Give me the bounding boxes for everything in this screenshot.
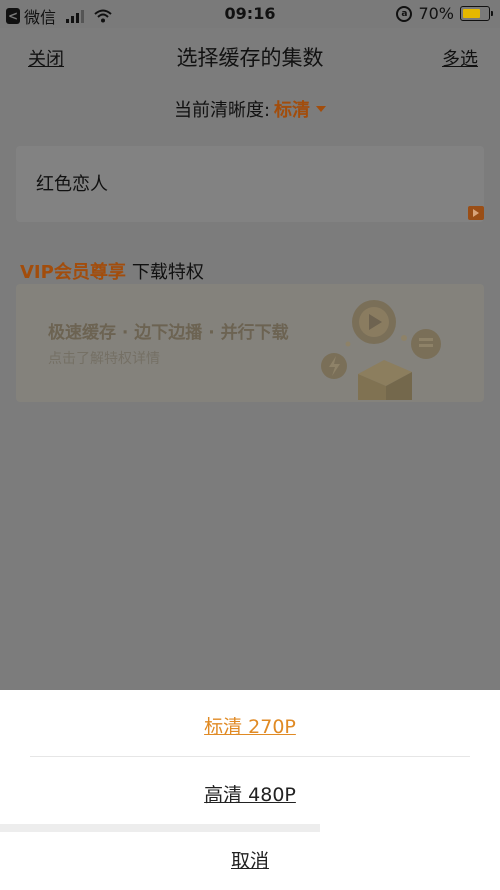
- gift-box-icon: [321, 300, 441, 400]
- banner-headline: 极速缓存 · 边下边播 · 并行下载: [48, 323, 289, 343]
- quality-selector[interactable]: 当前清晰度: 标清: [0, 96, 500, 122]
- page-title: 选择缓存的集数: [176, 46, 324, 70]
- divider: [30, 756, 470, 757]
- nav-bar: 关闭 选择缓存的集数 多选: [0, 28, 500, 84]
- battery-fill: [462, 8, 480, 18]
- banner-subtext: 点击了解特权详情: [48, 351, 160, 367]
- quality-value[interactable]: 标清: [274, 100, 310, 121]
- play-icon: [468, 206, 484, 220]
- cancel-button[interactable]: 取消: [0, 846, 500, 873]
- vip-download-banner[interactable]: 极速缓存 · 边下边播 · 并行下载 点击了解特权详情: [16, 284, 484, 402]
- sheet-separator: [0, 824, 320, 832]
- status-right: a 70%: [396, 4, 493, 23]
- multi-select-button[interactable]: 多选: [442, 45, 478, 71]
- episode-page: 关闭 选择缓存的集数 多选 当前清晰度: 标清 红色恋人 VIP会员尊享 下载特权 …: [0, 28, 500, 690]
- quality-label: 当前清晰度:: [173, 100, 271, 121]
- rotation-lock-icon: a: [396, 5, 413, 22]
- caret-down-icon[interactable]: [316, 106, 327, 112]
- option-standard-270p[interactable]: 标清 270P: [0, 712, 500, 739]
- vip-text: 下载特权: [131, 262, 204, 283]
- episode-item[interactable]: 红色恋人: [16, 146, 484, 222]
- quality-action-sheet: 标清 270P 高清 480P 取消: [0, 690, 500, 890]
- vip-privilege-heading: VIP会员尊享 下载特权: [20, 258, 204, 284]
- vip-highlight: VIP会员尊享: [20, 262, 126, 283]
- status-bar: < 微信 09:16 a 70%: [0, 0, 500, 28]
- battery-icon: [460, 6, 493, 21]
- battery-percent: 70%: [418, 4, 454, 23]
- episode-name: 红色恋人: [36, 174, 108, 195]
- option-high-480p[interactable]: 高清 480P: [0, 780, 500, 807]
